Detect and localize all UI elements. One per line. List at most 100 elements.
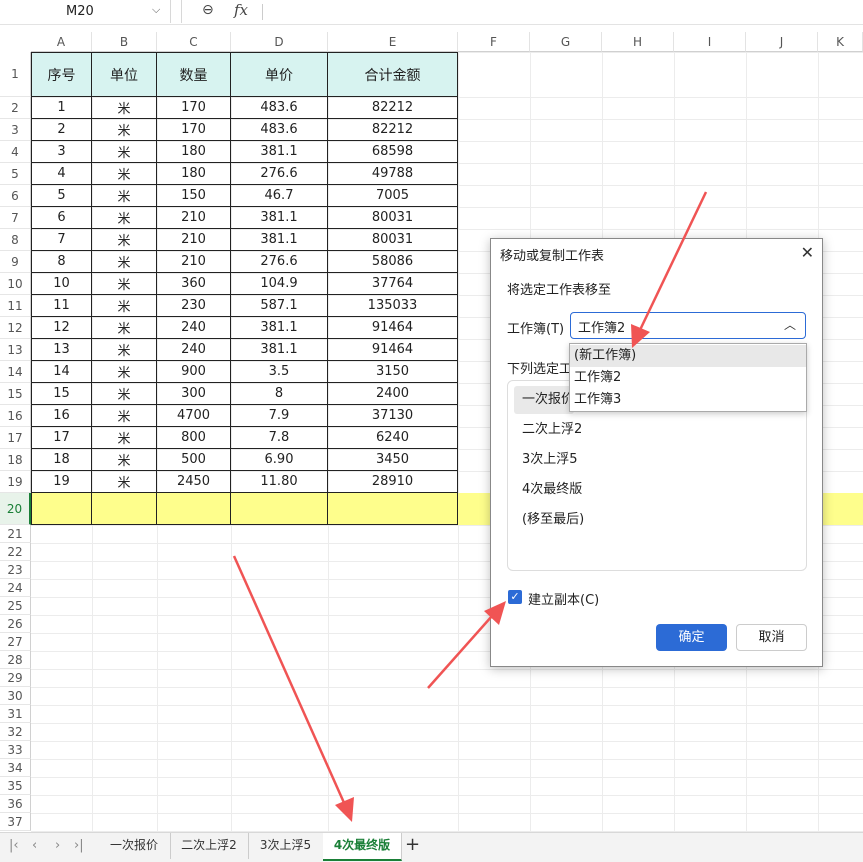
table-cell[interactable]: 2400 bbox=[328, 383, 458, 405]
column-header-e[interactable]: E bbox=[328, 32, 458, 52]
table-cell[interactable]: 2450 bbox=[157, 471, 231, 493]
table-cell-empty[interactable] bbox=[328, 493, 458, 525]
table-cell[interactable]: 276.6 bbox=[231, 251, 328, 273]
row-header-1[interactable]: 1 bbox=[0, 52, 31, 97]
row-header-8[interactable]: 8 bbox=[0, 229, 31, 251]
table-cell[interactable]: 15 bbox=[31, 383, 92, 405]
row-header-20[interactable]: 20 bbox=[0, 493, 31, 525]
copy-checkbox[interactable]: ✓ bbox=[508, 590, 522, 604]
table-cell[interactable]: 58086 bbox=[328, 251, 458, 273]
name-box[interactable]: M20 ⌵ bbox=[0, 0, 171, 23]
row-header-30[interactable]: 30 bbox=[0, 687, 31, 705]
table-cell[interactable]: 7005 bbox=[328, 185, 458, 207]
table-header-cell[interactable]: 单价 bbox=[231, 52, 328, 97]
row-header-6[interactable]: 6 bbox=[0, 185, 31, 207]
table-cell[interactable]: 483.6 bbox=[231, 119, 328, 141]
tab-sheet-1[interactable]: 一次报价 bbox=[98, 833, 171, 859]
table-cell[interactable]: 37764 bbox=[328, 273, 458, 295]
table-cell[interactable]: 7.8 bbox=[231, 427, 328, 449]
table-cell-empty[interactable] bbox=[231, 493, 328, 525]
table-cell[interactable]: 米 bbox=[92, 229, 157, 251]
row-header-4[interactable]: 4 bbox=[0, 141, 31, 163]
row-header-27[interactable]: 27 bbox=[0, 633, 31, 651]
row-header-16[interactable]: 16 bbox=[0, 405, 31, 427]
dropdown-option-workbook3[interactable]: 工作簿3 bbox=[570, 389, 806, 411]
row-header-18[interactable]: 18 bbox=[0, 449, 31, 471]
table-cell[interactable]: 2 bbox=[31, 119, 92, 141]
table-cell[interactable]: 米 bbox=[92, 119, 157, 141]
table-cell[interactable]: 米 bbox=[92, 339, 157, 361]
row-header-10[interactable]: 10 bbox=[0, 273, 31, 295]
table-cell[interactable]: 8 bbox=[31, 251, 92, 273]
name-box-value[interactable]: M20 bbox=[66, 4, 94, 19]
row-header-36[interactable]: 36 bbox=[0, 795, 31, 813]
table-cell[interactable]: 900 bbox=[157, 361, 231, 383]
table-cell[interactable]: 49788 bbox=[328, 163, 458, 185]
row-header-22[interactable]: 22 bbox=[0, 543, 31, 561]
row-header-17[interactable]: 17 bbox=[0, 427, 31, 449]
row-header-5[interactable]: 5 bbox=[0, 163, 31, 185]
sheet-list-item[interactable]: 二次上浮2 bbox=[514, 416, 800, 444]
row-header-12[interactable]: 12 bbox=[0, 317, 31, 339]
table-cell[interactable]: 230 bbox=[157, 295, 231, 317]
row-header-23[interactable]: 23 bbox=[0, 561, 31, 579]
column-header-g[interactable]: G bbox=[530, 32, 602, 52]
workbook-select[interactable]: 工作簿2 ︿ bbox=[570, 312, 806, 339]
table-cell[interactable]: 5 bbox=[31, 185, 92, 207]
table-cell[interactable]: 11.80 bbox=[231, 471, 328, 493]
table-cell[interactable]: 381.1 bbox=[231, 317, 328, 339]
table-cell[interactable]: 7.9 bbox=[231, 405, 328, 427]
add-sheet-icon[interactable]: + bbox=[405, 834, 420, 855]
table-cell-empty[interactable] bbox=[92, 493, 157, 525]
next-sheet-icon[interactable]: › bbox=[55, 838, 60, 853]
workbook-select-value[interactable]: 工作簿2 bbox=[578, 317, 625, 336]
table-cell[interactable]: 80031 bbox=[328, 207, 458, 229]
table-cell[interactable]: 381.1 bbox=[231, 229, 328, 251]
row-header-25[interactable]: 25 bbox=[0, 597, 31, 615]
table-cell[interactable]: 米 bbox=[92, 317, 157, 339]
table-cell[interactable]: 4 bbox=[31, 163, 92, 185]
first-sheet-icon[interactable]: |‹ bbox=[9, 838, 19, 853]
row-header-37[interactable]: 37 bbox=[0, 813, 31, 831]
table-cell[interactable]: 7 bbox=[31, 229, 92, 251]
table-cell[interactable]: 17 bbox=[31, 427, 92, 449]
table-cell[interactable]: 米 bbox=[92, 361, 157, 383]
table-cell[interactable]: 14 bbox=[31, 361, 92, 383]
row-header-35[interactable]: 35 bbox=[0, 777, 31, 795]
table-header-cell[interactable]: 数量 bbox=[157, 52, 231, 97]
table-cell[interactable]: 240 bbox=[157, 339, 231, 361]
table-header-cell[interactable]: 序号 bbox=[31, 52, 92, 97]
table-cell[interactable]: 150 bbox=[157, 185, 231, 207]
table-cell[interactable]: 210 bbox=[157, 229, 231, 251]
table-cell[interactable]: 170 bbox=[157, 119, 231, 141]
table-cell[interactable]: 米 bbox=[92, 185, 157, 207]
column-header-i[interactable]: I bbox=[674, 32, 746, 52]
table-cell[interactable]: 276.6 bbox=[231, 163, 328, 185]
table-cell[interactable]: 3.5 bbox=[231, 361, 328, 383]
ok-button[interactable]: 确定 bbox=[656, 624, 727, 651]
table-cell[interactable]: 135033 bbox=[328, 295, 458, 317]
prev-sheet-icon[interactable]: ‹ bbox=[32, 838, 37, 853]
tab-sheet-2[interactable]: 二次上浮2 bbox=[170, 833, 249, 859]
table-cell[interactable]: 米 bbox=[92, 405, 157, 427]
table-cell[interactable]: 米 bbox=[92, 449, 157, 471]
table-cell[interactable]: 10 bbox=[31, 273, 92, 295]
table-cell[interactable]: 米 bbox=[92, 383, 157, 405]
table-cell[interactable]: 68598 bbox=[328, 141, 458, 163]
table-cell[interactable]: 82212 bbox=[328, 97, 458, 119]
table-cell[interactable]: 米 bbox=[92, 163, 157, 185]
column-header-f[interactable]: F bbox=[458, 32, 530, 52]
row-header-11[interactable]: 11 bbox=[0, 295, 31, 317]
table-cell[interactable]: 18 bbox=[31, 449, 92, 471]
row-header-24[interactable]: 24 bbox=[0, 579, 31, 597]
row-header-33[interactable]: 33 bbox=[0, 741, 31, 759]
column-header-d[interactable]: D bbox=[231, 32, 328, 52]
row-header-26[interactable]: 26 bbox=[0, 615, 31, 633]
table-cell[interactable]: 37130 bbox=[328, 405, 458, 427]
row-header-21[interactable]: 21 bbox=[0, 525, 31, 543]
dropdown-option-workbook2[interactable]: 工作簿2 bbox=[570, 367, 806, 389]
table-cell[interactable]: 210 bbox=[157, 207, 231, 229]
chevron-down-icon[interactable]: ⌵ bbox=[152, 3, 160, 17]
table-cell[interactable]: 381.1 bbox=[231, 207, 328, 229]
table-cell[interactable]: 240 bbox=[157, 317, 231, 339]
